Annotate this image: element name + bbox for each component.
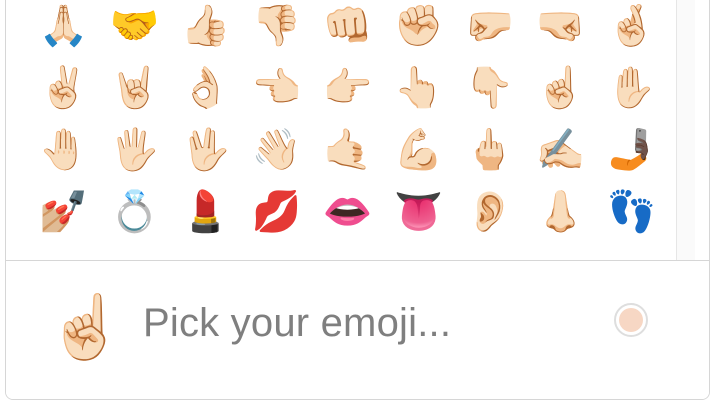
emoji-button[interactable]: 👉🏻 [312, 57, 383, 119]
emoji-button[interactable]: 🤚🏻 [28, 119, 99, 181]
emoji-button[interactable]: 👊🏻 [312, 0, 383, 57]
emoji-button[interactable]: 👌🏻 [170, 57, 241, 119]
emoji-button[interactable]: ✊🏻 [383, 0, 454, 57]
emoji-button[interactable]: 👆🏻 [383, 57, 454, 119]
skin-tone-selector[interactable] [614, 303, 648, 337]
emoji-button[interactable]: ✍🏻 [525, 119, 596, 181]
emoji-button[interactable]: ✌🏻 [28, 57, 99, 119]
emoji-button[interactable]: 🖕🏻 [454, 119, 525, 181]
skin-tone-dot-icon [619, 308, 643, 332]
emoji-button[interactable]: 💪🏻 [383, 119, 454, 181]
emoji-button[interactable]: ☝🏻 [525, 57, 596, 119]
emoji-button[interactable]: 🤘🏻 [99, 57, 170, 119]
emoji-button[interactable]: 💋 [241, 181, 312, 243]
emoji-button[interactable]: 🙏🏻 [28, 0, 99, 57]
emoji-button[interactable]: 🤝 [99, 0, 170, 57]
emoji-button[interactable]: 👣 [596, 181, 667, 243]
emoji-button[interactable]: 🖖🏻 [170, 119, 241, 181]
emoji-button[interactable]: 🤙🏻 [312, 119, 383, 181]
scrollbar[interactable] [676, 0, 695, 260]
emoji-button[interactable]: 🤞🏻 [596, 0, 667, 57]
preview-placeholder-text: Pick your emoji... [143, 301, 452, 345]
emoji-picker: 🙏🏻 🤝 👍🏻 👎🏻 👊🏻 ✊🏻 🤛🏻 🤜🏻 🤞🏻 ✌🏻 🤘🏻 👌🏻 👈🏻 👉🏻 👆🏻 👇🏻 ☝🏻 ✋🏻 🤚🏻 🖐🏻 🖖… [5, 0, 710, 400]
emoji-button[interactable]: 🖐🏻 [99, 119, 170, 181]
emoji-button[interactable]: 👈🏻 [241, 57, 312, 119]
emoji-button[interactable]: 👍🏻 [170, 0, 241, 57]
emoji-button[interactable]: ✋🏻 [596, 57, 667, 119]
emoji-button[interactable]: 💅🏼 [28, 181, 99, 243]
emoji-button[interactable]: 👎🏻 [241, 0, 312, 57]
emoji-button[interactable]: 👋🏻 [241, 119, 312, 181]
emoji-button[interactable]: 💍 [99, 181, 170, 243]
picker-footer: ☝🏻 Pick your emoji... [6, 261, 709, 399]
emoji-button[interactable]: 👃🏻 [525, 181, 596, 243]
emoji-button[interactable]: 👄 [312, 181, 383, 243]
emoji-button[interactable]: 🤳🏿 [596, 119, 667, 181]
emoji-button[interactable]: 🤛🏻 [454, 0, 525, 57]
emoji-button[interactable]: 👇🏻 [454, 57, 525, 119]
emoji-grid: 🙏🏻 🤝 👍🏻 👎🏻 👊🏻 ✊🏻 🤛🏻 🤜🏻 🤞🏻 ✌🏻 🤘🏻 👌🏻 👈🏻 👉🏻 👆🏻 👇🏻 ☝🏻 ✋🏻 🤚🏻 🖐🏻 🖖… [28, 0, 667, 243]
emoji-button[interactable]: 💄 [170, 181, 241, 243]
emoji-grid-scroll-area[interactable]: 🙏🏻 🤝 👍🏻 👎🏻 👊🏻 ✊🏻 🤛🏻 🤜🏻 🤞🏻 ✌🏻 🤘🏻 👌🏻 👈🏻 👉🏻 👆🏻 👇🏻 ☝🏻 ✋🏻 🤚🏻 🖐🏻 🖖… [6, 0, 709, 260]
preview-emoji: ☝🏻 [47, 290, 125, 363]
emoji-button[interactable]: 👂🏻 [454, 181, 525, 243]
emoji-button[interactable]: 👅 [383, 181, 454, 243]
emoji-button[interactable]: 🤜🏻 [525, 0, 596, 57]
